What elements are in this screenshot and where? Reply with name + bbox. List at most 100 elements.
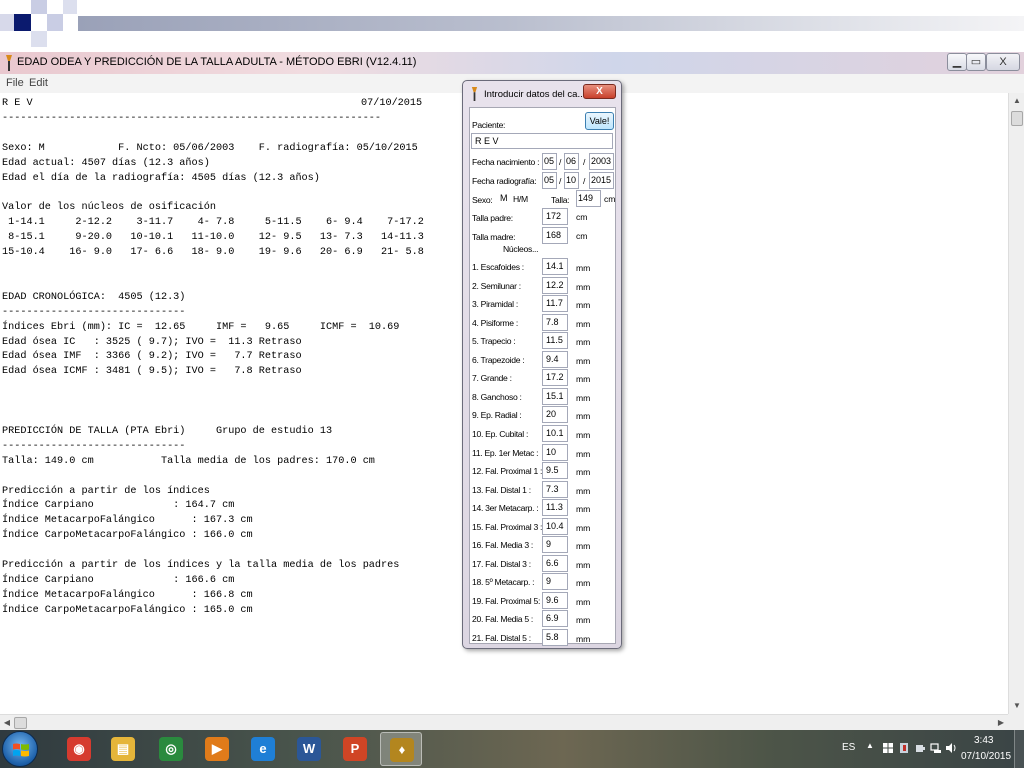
nucleus-label: 13. Fal. Distal 1 :: [472, 484, 531, 495]
flag-icon[interactable]: [882, 742, 894, 754]
vertical-scrollbar[interactable]: ▲ ▼: [1008, 93, 1024, 714]
maximize-button[interactable]: ▭: [966, 53, 986, 71]
patient-data-dialog: Introducir datos del ca... X Vale! Pacie…: [462, 80, 622, 649]
taskbar-app-button[interactable]: ▤: [102, 732, 144, 766]
taskbar-app-button[interactable]: W: [288, 732, 330, 766]
nucleus-value-field[interactable]: 6.6: [542, 554, 568, 572]
media-player-icon: ▶: [205, 737, 229, 761]
close-button[interactable]: X: [986, 53, 1020, 71]
nucleus-label: 16. Fal. Media 3 :: [472, 540, 533, 551]
scrollbar-corner: [1008, 714, 1024, 730]
nucleus-value-field[interactable]: 11.3: [542, 499, 568, 517]
nucleus-value-field[interactable]: 5.8: [542, 629, 568, 646]
birth-month-field[interactable]: 06: [564, 153, 579, 170]
nucleus-value-field[interactable]: 7.3: [542, 480, 568, 498]
clock-date[interactable]: 07/10/2015: [961, 751, 1011, 762]
nucleus-unit: mm: [576, 318, 591, 329]
nucleus-label: 7. Grande :: [472, 373, 512, 384]
nucleus-value-field[interactable]: 7.8: [542, 313, 568, 331]
nucleus-unit: mm: [576, 411, 591, 422]
nucleus-value-field[interactable]: 11.7: [542, 295, 568, 313]
nucleus-value-field[interactable]: 10: [542, 443, 568, 461]
taskbar-app-button[interactable]: e: [242, 732, 284, 766]
show-desktop-button[interactable]: [1014, 730, 1024, 768]
nucleus-unit: mm: [576, 559, 591, 570]
height-field[interactable]: 149: [576, 190, 601, 207]
nucleus-label: 10. Ep. Cubital :: [472, 428, 529, 439]
nucleus-label: 4. Pisiforme :: [472, 317, 518, 328]
nucleus-label: 17. Fal. Distal 3 :: [472, 558, 531, 569]
title-bar[interactable]: EDAD ODEA Y PREDICCIÓN DE LA TALLA ADULT…: [0, 52, 1024, 74]
nucleus-value-field[interactable]: 9: [542, 536, 568, 554]
scroll-up-arrow-icon[interactable]: ▲: [1009, 93, 1024, 109]
start-button[interactable]: [2, 731, 38, 767]
scroll-down-arrow-icon[interactable]: ▼: [1009, 698, 1024, 714]
taskbar-app-button[interactable]: ◎: [150, 732, 192, 766]
taskbar: ◉ ▤ ◎ ▶ e W P ♦ ES ▲ 3:43 07/10/2015: [0, 730, 1024, 768]
nucleus-value-field[interactable]: 9: [542, 573, 568, 591]
clock-time[interactable]: 3:43: [974, 735, 993, 746]
menu-file[interactable]: File: [6, 77, 24, 89]
height-label: Talla:: [551, 195, 570, 205]
birth-year-field[interactable]: 2003: [589, 153, 614, 170]
xray-month-field[interactable]: 10: [564, 172, 579, 189]
action-center-icon[interactable]: [898, 742, 910, 754]
powerpoint-icon: P: [343, 737, 367, 761]
nucleus-value-field[interactable]: 15.1: [542, 387, 568, 405]
nucleus-unit: mm: [576, 522, 591, 533]
scroll-right-arrow-icon[interactable]: ▶: [994, 715, 1008, 731]
internet-explorer-icon: e: [251, 737, 275, 761]
sex-label: Sexo:: [472, 195, 493, 205]
date-separator: /: [583, 157, 586, 167]
date-separator: /: [583, 176, 586, 186]
sex-field[interactable]: M: [498, 190, 512, 207]
minimize-button[interactable]: ▁: [947, 53, 967, 71]
horizontal-scrollbar[interactable]: ◀ ▶: [0, 714, 1008, 730]
taskbar-app-button[interactable]: ♦: [380, 732, 422, 766]
media-center-icon: ◎: [159, 737, 183, 761]
nucleus-value-field[interactable]: 10.1: [542, 424, 568, 442]
nucleus-label: 8. Ganchoso :: [472, 391, 522, 402]
taskbar-app-button[interactable]: ◉: [58, 732, 100, 766]
tray-expand-icon[interactable]: ▲: [866, 741, 874, 750]
nucleus-value-field[interactable]: 9.5: [542, 462, 568, 480]
power-icon[interactable]: [914, 742, 926, 754]
xray-day-field[interactable]: 05: [542, 172, 557, 189]
xray-year-field[interactable]: 2015: [589, 172, 614, 189]
slide-header-band: [0, 0, 1024, 50]
nucleus-value-field[interactable]: 20: [542, 406, 568, 424]
nucleus-value-field[interactable]: 14.1: [542, 258, 568, 275]
nucleus-unit: mm: [576, 578, 591, 589]
nucleus-unit: mm: [576, 374, 591, 385]
nucleus-value-field[interactable]: 12.2: [542, 276, 568, 294]
decor-gradient-bar: [78, 16, 1024, 31]
scroll-thumb[interactable]: [1011, 111, 1023, 126]
nucleus-value-field[interactable]: 17.2: [542, 369, 568, 387]
nucleus-value-field[interactable]: 9.4: [542, 350, 568, 368]
nucleus-label: 9. Ep. Radial :: [472, 410, 522, 421]
dialog-close-button[interactable]: X: [583, 84, 616, 99]
network-icon[interactable]: [930, 742, 942, 754]
menu-edit[interactable]: Edit: [29, 77, 48, 89]
nucleus-value-field[interactable]: 6.9: [542, 610, 568, 628]
birth-day-field[interactable]: 05: [542, 153, 557, 170]
nucleus-unit: mm: [576, 615, 591, 626]
language-indicator[interactable]: ES: [842, 742, 855, 753]
nucleus-label: 6. Trapezoide :: [472, 354, 525, 365]
mother-height-field[interactable]: 168: [542, 227, 568, 244]
scroll-thumb[interactable]: [14, 717, 27, 729]
nucleus-unit: mm: [576, 596, 591, 607]
father-height-field[interactable]: 172: [542, 208, 568, 225]
ok-button[interactable]: Vale!: [585, 112, 614, 130]
taskbar-app-button[interactable]: P: [334, 732, 376, 766]
volume-icon[interactable]: [945, 742, 957, 754]
nucleus-value-field[interactable]: 9.6: [542, 591, 568, 609]
nucleus-label: 21. Fal. Distal 5 :: [472, 633, 531, 643]
dialog-form: Vale! Paciente: R E V Fecha nacimiento :…: [469, 107, 616, 646]
nucleus-label: 3. Piramidal :: [472, 299, 518, 310]
taskbar-app-button[interactable]: ▶: [196, 732, 238, 766]
patient-field[interactable]: R E V: [471, 133, 613, 149]
scroll-left-arrow-icon[interactable]: ◀: [0, 715, 14, 731]
nucleus-value-field[interactable]: 11.5: [542, 332, 568, 350]
nucleus-value-field[interactable]: 10.4: [542, 517, 568, 535]
